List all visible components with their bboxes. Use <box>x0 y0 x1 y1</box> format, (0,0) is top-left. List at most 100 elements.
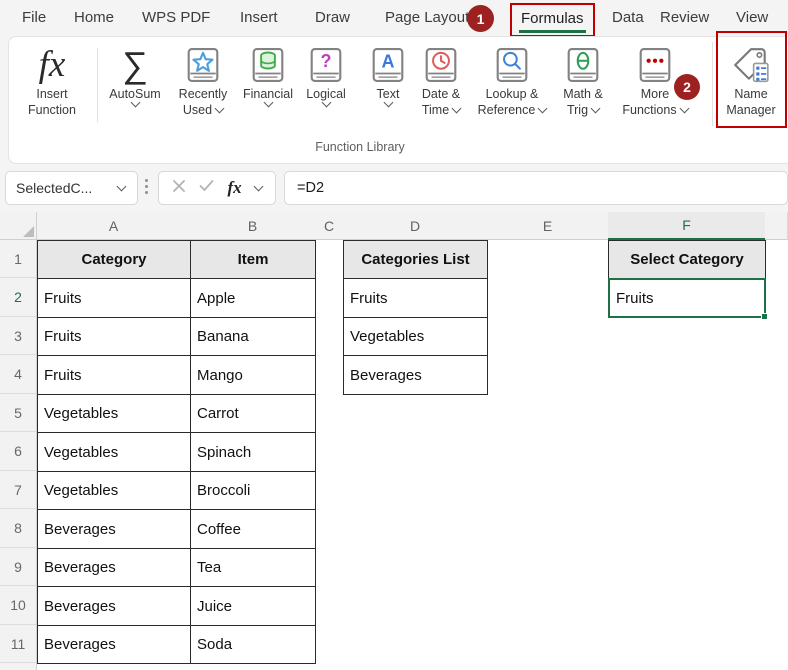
cell-a3[interactable]: Fruits <box>37 317 191 356</box>
cell-b3[interactable]: Banana <box>190 317 316 356</box>
math-trig-button[interactable]: Math & Trig <box>553 44 613 118</box>
column-header-d[interactable]: D <box>343 212 488 240</box>
row-header-1[interactable]: 1 <box>0 240 37 278</box>
cell-b8[interactable]: Coffee <box>190 509 316 549</box>
column-header-e[interactable]: E <box>487 212 609 240</box>
chevron-down-icon <box>590 103 601 114</box>
cell-a8[interactable]: Beverages <box>37 509 191 549</box>
cell-a10[interactable]: Beverages <box>37 586 191 626</box>
corner-triangle-icon <box>23 226 34 237</box>
tab-insert[interactable]: Insert <box>240 9 278 26</box>
cell-b1[interactable]: Item <box>190 240 316 279</box>
row-header-7[interactable]: 7 <box>0 471 37 509</box>
row-header-2[interactable]: 2 <box>0 278 37 317</box>
cancel-icon[interactable] <box>172 179 186 198</box>
column-header-c[interactable]: C <box>315 212 344 240</box>
row-header-11[interactable]: 11 <box>0 625 37 663</box>
cell-f2-selected[interactable]: Fruits <box>608 278 766 318</box>
name-manager-button[interactable]: Name Manager <box>719 44 783 118</box>
book-coins-icon <box>237 44 299 86</box>
cell-b7[interactable]: Broccoli <box>190 471 316 510</box>
active-tab-underline <box>519 30 586 33</box>
cell-a5[interactable]: Vegetables <box>37 394 191 433</box>
autosum-button[interactable]: ∑ AutoSum <box>100 44 170 108</box>
cell-b6[interactable]: Spinach <box>190 432 316 472</box>
row-header-3[interactable]: 3 <box>0 317 37 355</box>
book-question-icon: ? <box>298 44 354 86</box>
tab-wps-pdf[interactable]: WPS PDF <box>142 9 210 26</box>
chevron-down-icon <box>451 103 462 114</box>
tab-home[interactable]: Home <box>74 9 114 26</box>
insert-function-fx-button[interactable]: fx <box>227 178 241 198</box>
name-manager-label-2: Manager <box>726 103 776 117</box>
cell-b11[interactable]: Soda <box>190 625 316 664</box>
row-header-4[interactable]: 4 <box>0 355 37 394</box>
recently-used-button[interactable]: Recently Used <box>171 44 235 118</box>
cell-b2[interactable]: Apple <box>190 278 316 318</box>
svg-text:A: A <box>382 52 395 72</box>
cell-b10[interactable]: Juice <box>190 586 316 626</box>
chevron-down-icon[interactable] <box>116 181 127 192</box>
cell-d2[interactable]: Fruits <box>343 278 488 318</box>
column-header-f[interactable]: F <box>608 212 766 240</box>
cell-a9[interactable]: Beverages <box>37 548 191 587</box>
cell-a6[interactable]: Vegetables <box>37 432 191 472</box>
column-header-b[interactable]: B <box>190 212 316 240</box>
column-header-partial[interactable] <box>765 212 788 240</box>
insert-function-label-2: Function <box>28 103 76 117</box>
book-star-icon <box>171 44 235 86</box>
recently-used-label-2: Used <box>182 103 213 117</box>
tab-page-layout[interactable]: Page Layout <box>385 9 469 26</box>
logical-button[interactable]: ? Logical <box>298 44 354 108</box>
insert-function-button[interactable]: fx Insert Function <box>14 44 90 118</box>
cell-a1[interactable]: Category <box>37 240 191 279</box>
financial-button[interactable]: Financial <box>237 44 299 108</box>
cell-b9[interactable]: Tea <box>190 548 316 587</box>
row-header-9[interactable]: 9 <box>0 548 37 586</box>
cell-d4[interactable]: Beverages <box>343 355 488 395</box>
row-header-5[interactable]: 5 <box>0 394 37 432</box>
row-header-6[interactable]: 6 <box>0 432 37 471</box>
row-header-8[interactable]: 8 <box>0 509 37 548</box>
tab-view[interactable]: View <box>736 9 768 26</box>
name-box-value: SelectedC... <box>16 180 93 196</box>
tab-file[interactable]: File <box>22 9 46 26</box>
lookup-reference-label-2: Reference <box>477 103 536 117</box>
cell-d1[interactable]: Categories List <box>343 240 488 279</box>
tab-formulas[interactable]: Formulas <box>510 3 595 37</box>
tab-data[interactable]: Data <box>612 9 644 26</box>
cell-b5[interactable]: Carrot <box>190 394 316 433</box>
select-all-corner[interactable] <box>0 212 37 240</box>
cell-a4[interactable]: Fruits <box>37 355 191 395</box>
cell-d3[interactable]: Vegetables <box>343 317 488 356</box>
formula-bar-handle-icon[interactable] <box>145 179 148 194</box>
date-time-label-2: Time <box>421 103 450 117</box>
column-header-a[interactable]: A <box>37 212 191 240</box>
insert-function-fx-icon: fx <box>38 44 66 85</box>
name-box[interactable]: SelectedC... <box>5 171 138 205</box>
date-time-button[interactable]: Date & Time <box>412 44 470 118</box>
cell-f1[interactable]: Select Category <box>608 240 766 279</box>
formula-input[interactable]: =D2 <box>284 171 788 205</box>
annotation-step-2-badge: 2 <box>674 74 700 100</box>
book-letter-a-icon: A <box>366 44 410 86</box>
chevron-down-icon <box>679 103 690 114</box>
cell-a7[interactable]: Vegetables <box>37 471 191 510</box>
cell-a11[interactable]: Beverages <box>37 625 191 664</box>
cell-a2[interactable]: Fruits <box>37 278 191 318</box>
lookup-reference-button[interactable]: Lookup & Reference <box>470 44 554 118</box>
fill-handle[interactable] <box>761 313 768 320</box>
tab-review[interactable]: Review <box>660 9 709 26</box>
tab-draw[interactable]: Draw <box>315 9 350 26</box>
text-button[interactable]: A Text <box>366 44 410 108</box>
book-magnifier-icon <box>470 44 554 86</box>
ribbon-group-separator <box>712 42 713 126</box>
formula-buttons: fx <box>158 171 276 205</box>
row-header-10[interactable]: 10 <box>0 586 37 625</box>
chevron-down-icon[interactable] <box>253 181 264 192</box>
recently-used-label-1: Recently <box>178 87 228 101</box>
enter-check-icon[interactable] <box>199 179 214 197</box>
chevron-down-icon <box>214 103 225 114</box>
cell-b4[interactable]: Mango <box>190 355 316 395</box>
row-header-partial[interactable] <box>0 663 37 670</box>
